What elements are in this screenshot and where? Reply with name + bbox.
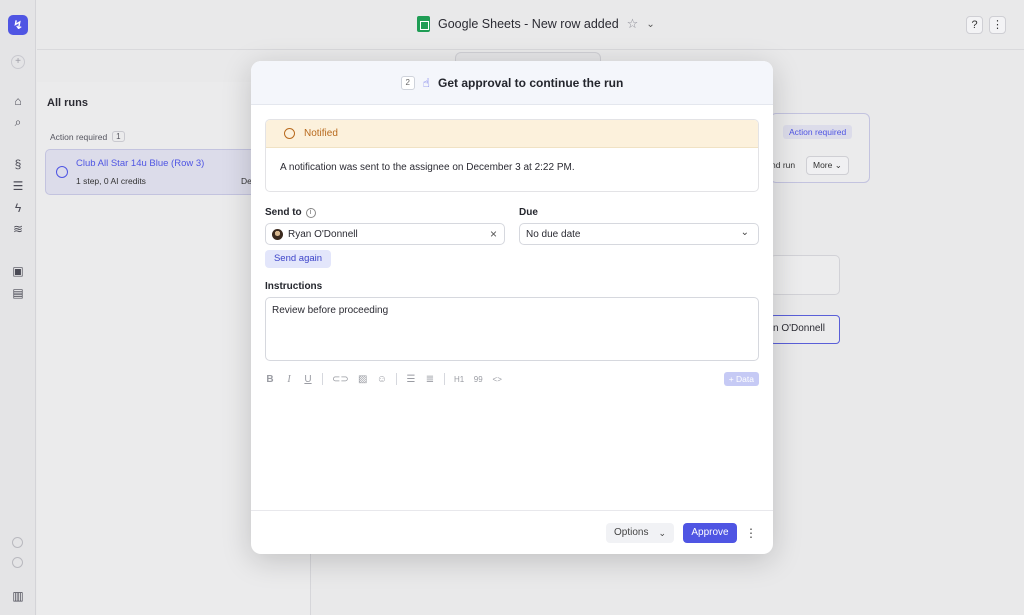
help-button[interactable]: ?	[966, 16, 983, 34]
modal-header: 2 ☝ Get approval to continue the run	[251, 61, 773, 105]
zap-title-group[interactable]: Google Sheets - New row added ☆ ⌄	[417, 16, 655, 32]
more-button[interactable]: More ⌄	[806, 156, 849, 175]
chevron-down-icon: ⌄	[658, 528, 666, 538]
due-label: Due	[519, 207, 538, 218]
send-to-field[interactable]: Ryan O'Donnell ×	[265, 223, 505, 245]
bolt-icon[interactable]: ϟ	[11, 201, 25, 215]
workspace-icon[interactable]: ▥	[11, 589, 25, 603]
kebab-icon[interactable]: ⋮	[745, 523, 757, 543]
docs-icon[interactable]: ▤	[11, 286, 25, 300]
section-count-badge: 1	[112, 131, 125, 142]
avatar	[272, 228, 283, 240]
toolbar-divider	[395, 373, 397, 385]
notice-label: Notified	[304, 128, 338, 139]
notice-header: Notified	[266, 120, 758, 148]
instructions-label: Instructions	[265, 281, 323, 292]
code-icon[interactable]: <>	[492, 375, 502, 384]
close-icon[interactable]: ×	[490, 227, 497, 241]
options-label: Options	[614, 527, 649, 538]
instructions-editor[interactable]: Review before proceeding	[265, 297, 759, 361]
zaps-icon[interactable]: §	[11, 157, 25, 171]
kebab-icon[interactable]: ⋮	[989, 16, 1006, 34]
status-badge: Action required	[783, 125, 853, 139]
assignee-box[interactable]: n O'Donnell	[770, 315, 840, 344]
heading-icon[interactable]: H1	[454, 375, 464, 384]
google-sheets-icon	[417, 16, 430, 32]
approval-modal: 2 ☝ Get approval to continue the run Not…	[251, 61, 773, 554]
send-to-label: Send to i	[265, 207, 316, 218]
run-title: Club All Star 14u Blue (Row 3)	[76, 158, 205, 169]
templates-icon[interactable]: ▣	[11, 264, 25, 278]
thumbs-up-icon: ☝	[422, 75, 430, 90]
run-detail-card: Action required nd run More ⌄	[770, 113, 870, 183]
italic-icon[interactable]: I	[284, 374, 294, 385]
bullet-list-icon[interactable]: ☰	[406, 374, 416, 385]
send-to-label-text: Send to	[265, 207, 302, 218]
clock-icon	[284, 128, 295, 139]
info-icon[interactable]: i	[305, 208, 316, 218]
options-button[interactable]: Options ⌄	[606, 523, 674, 543]
more-label: More	[813, 160, 833, 170]
due-select[interactable]: No due date ⌄	[519, 223, 759, 245]
send-again-button[interactable]: Send again	[265, 250, 331, 268]
editor-toolbar: B I U ⊂⊃ ▨ ☺ ☰ ≣ H1 99 <> + Data	[265, 371, 759, 387]
notification-notice: Notified A notification was sent to the …	[265, 119, 759, 192]
bold-icon[interactable]: B	[265, 374, 275, 385]
search-icon[interactable]: ⌕	[11, 115, 25, 129]
toolbar-divider	[322, 373, 323, 385]
end-run-button[interactable]: nd run	[771, 160, 795, 170]
underline-icon[interactable]: U	[303, 374, 313, 385]
link-icon[interactable]: ⊂⊃	[332, 374, 349, 385]
database-icon[interactable]: ≋	[11, 222, 25, 236]
run-subtitle: 1 step, 0 AI credits	[76, 176, 146, 186]
top-bar: Google Sheets - New row added ☆ ⌄ ? ⋮	[37, 0, 1024, 50]
action-required-section: Action required 1	[50, 131, 125, 142]
chevron-down-icon[interactable]: ⌄	[646, 19, 654, 30]
zap-title: Google Sheets - New row added	[438, 17, 619, 31]
emoji-icon[interactable]: ☺	[377, 374, 387, 385]
home-icon[interactable]: ⌂	[11, 94, 25, 108]
status-icon[interactable]	[12, 537, 23, 548]
app-logo-icon[interactable]: ↯	[8, 15, 28, 35]
step-number-badge: 2	[400, 75, 415, 90]
notice-message: A notification was sent to the assignee …	[280, 162, 575, 173]
runs-panel-title: All runs	[47, 97, 88, 109]
approve-button[interactable]: Approve	[683, 523, 737, 543]
toolbar-divider	[443, 373, 445, 385]
detail-box	[770, 255, 840, 295]
due-value: No due date	[526, 228, 581, 240]
image-icon[interactable]: ▨	[358, 374, 368, 385]
add-icon[interactable]: +	[11, 55, 25, 69]
left-rail: ↯ + ⌂ ⌕ § ☰ ϟ ≋ ▣ ▤ ▥	[0, 0, 36, 615]
quote-icon[interactable]: 99	[473, 375, 483, 384]
profile-icon[interactable]	[12, 557, 23, 568]
insert-data-button[interactable]: + Data	[723, 372, 759, 386]
star-icon[interactable]: ☆	[627, 16, 639, 32]
modal-footer: Options ⌄ Approve ⋮	[251, 510, 773, 554]
assignee-name: Ryan O'Donnell	[288, 228, 358, 240]
numbered-list-icon[interactable]: ≣	[425, 374, 435, 385]
chevron-down-icon: ⌄	[740, 227, 749, 238]
clock-icon	[56, 166, 68, 178]
modal-title: Get approval to continue the run	[437, 75, 624, 90]
tables-icon[interactable]: ☰	[11, 179, 25, 193]
section-label: Action required	[50, 131, 108, 142]
